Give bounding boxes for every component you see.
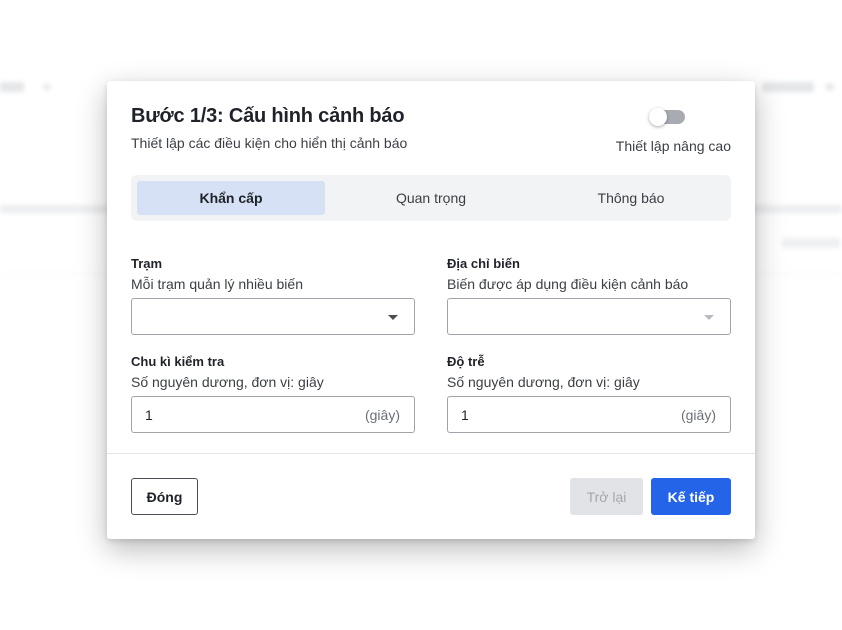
delay-label: Độ trễ	[447, 354, 485, 369]
background-icon	[44, 84, 50, 90]
dialog-title: Bước 1/3: Cấu hình cảnh báo	[131, 105, 405, 127]
variable-address-select[interactable]	[447, 298, 731, 335]
station-select[interactable]	[131, 298, 415, 335]
check-interval-hint: Số nguyên dương, đơn vị: giây	[131, 374, 324, 390]
background-text	[782, 238, 840, 248]
footer-divider	[107, 453, 755, 454]
toggle-knob	[649, 108, 667, 126]
delay-unit: (giây)	[680, 407, 716, 423]
variable-address-label: Địa chỉ biến	[447, 256, 520, 271]
alert-config-dialog: Bước 1/3: Cấu hình cảnh báo Thiết lập cá…	[107, 81, 755, 539]
advanced-settings-label: Thiết lập nâng cao	[615, 138, 731, 154]
severity-tabs: Khẩn cấp Quan trọng Thông báo	[131, 175, 731, 221]
close-button[interactable]: Đóng	[131, 478, 198, 515]
tab-emergency[interactable]: Khẩn cấp	[137, 181, 325, 215]
station-hint: Mỗi trạm quản lý nhiều biến	[131, 276, 303, 292]
station-label: Trạm	[131, 256, 163, 271]
tab-notification[interactable]: Thông báo	[537, 181, 725, 215]
variable-address-hint: Biến được áp dụng điều kiện cảnh báo	[447, 276, 689, 292]
delay-input[interactable]: 1 (giây)	[447, 396, 731, 433]
advanced-settings-toggle[interactable]	[649, 108, 687, 126]
delay-value: 1	[461, 407, 469, 423]
delay-hint: Số nguyên dương, đơn vị: giây	[447, 374, 640, 390]
delay-field: Độ trễ Số nguyên dương, đơn vị: giây 1 (…	[447, 354, 731, 433]
check-interval-value: 1	[145, 407, 153, 423]
back-button[interactable]: Trở lại	[570, 478, 643, 515]
check-interval-unit: (giây)	[364, 407, 400, 423]
check-interval-label: Chu kì kiểm tra	[131, 354, 225, 369]
variable-address-field: Địa chỉ biến Biến được áp dụng điều kiện…	[447, 256, 731, 335]
dialog-subtitle: Thiết lập các điều kiện cho hiển thị cản…	[131, 135, 408, 151]
tab-important[interactable]: Quan trọng	[337, 181, 525, 215]
next-button[interactable]: Kế tiếp	[651, 478, 731, 515]
chevron-down-icon	[704, 315, 714, 320]
background-icon	[826, 84, 834, 90]
check-interval-input[interactable]: 1 (giây)	[131, 396, 415, 433]
background-text	[762, 82, 814, 92]
chevron-down-icon	[388, 315, 398, 320]
station-field: Trạm Mỗi trạm quản lý nhiều biến	[131, 256, 415, 335]
background-text	[0, 82, 24, 92]
check-interval-field: Chu kì kiểm tra Số nguyên dương, đơn vị:…	[131, 354, 415, 433]
